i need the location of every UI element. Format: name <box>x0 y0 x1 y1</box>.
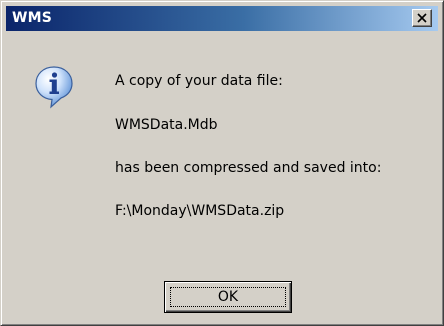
message-line-1: A copy of your data file: <box>115 73 283 89</box>
ok-button-label: OK <box>217 289 239 305</box>
message-line-3: has been compressed and saved into: <box>115 160 382 176</box>
close-button[interactable] <box>412 9 432 27</box>
close-icon <box>417 13 427 23</box>
dialog-title: WMS <box>12 10 53 26</box>
message-destination-path: F:\Monday\WMSData.zip <box>115 203 285 219</box>
message-filename: WMSData.Mdb <box>115 117 218 133</box>
info-icon <box>35 66 73 109</box>
titlebar[interactable]: WMS <box>6 6 438 31</box>
ok-button[interactable]: OK <box>164 281 292 313</box>
message-dialog: WMS A copy of your data file: WMSData.Md… <box>0 0 444 326</box>
